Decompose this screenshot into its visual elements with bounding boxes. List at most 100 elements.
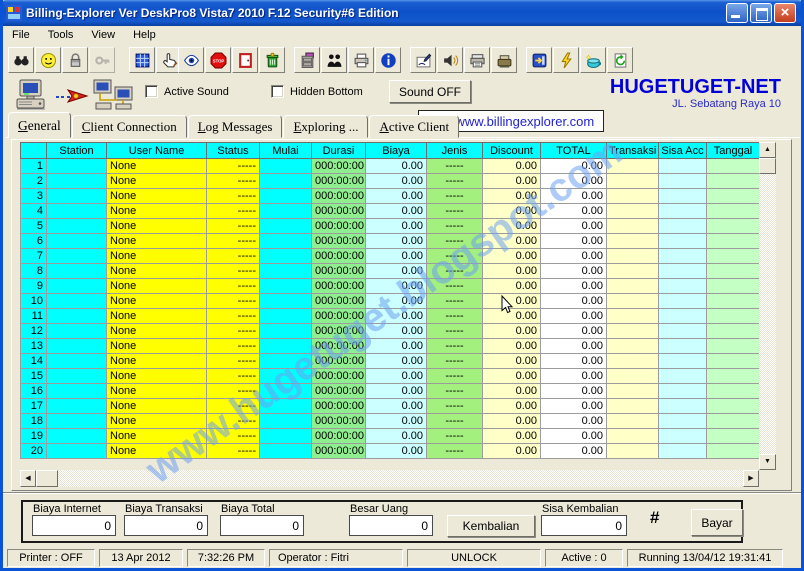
cell-mulai: [259, 278, 312, 294]
cell-jenis: -----: [426, 173, 483, 189]
cell-tanggal: [706, 398, 759, 414]
door-button[interactable]: [232, 47, 258, 73]
table-row[interactable]: 6 None ----- 000:00:00 0.00 ----- 0.00 0.00: [20, 233, 759, 249]
column-header-sisa-acc: Sisa Acc: [658, 142, 707, 159]
users-button[interactable]: [321, 47, 347, 73]
cell-durasi: 000:00:00: [311, 203, 366, 219]
hscroll-track[interactable]: [58, 470, 743, 487]
refresh-icon: [612, 52, 629, 69]
tab-client-connection[interactable]: Client Connection: [71, 115, 187, 138]
besar-uang-input[interactable]: [349, 515, 433, 536]
table-row[interactable]: 19 None ----- 000:00:00 0.00 ----- 0.00 0.00: [20, 428, 759, 444]
cell-user: None: [106, 203, 207, 219]
status-time: 7:32:26 PM: [187, 549, 265, 567]
cell-mulai: [259, 263, 312, 279]
biaya-transaksi-input[interactable]: [124, 515, 208, 536]
table-row[interactable]: 12 None ----- 000:00:00 0.00 ----- 0.00 0.00: [20, 323, 759, 339]
refresh-button[interactable]: [607, 47, 633, 73]
tab-general[interactable]: General: [8, 112, 71, 138]
tab-exploring[interactable]: Exploring ...: [283, 115, 369, 138]
sisa-kembalian-input[interactable]: [541, 515, 627, 536]
export-button[interactable]: [526, 47, 552, 73]
sound-off-button[interactable]: Sound OFF: [389, 80, 471, 103]
cell-station: [46, 443, 107, 459]
biaya-internet-input[interactable]: [32, 515, 116, 536]
vscroll-thumb[interactable]: [759, 158, 776, 174]
active-sound-checkbox[interactable]: [145, 85, 158, 98]
table-row[interactable]: 4 None ----- 000:00:00 0.00 ----- 0.00 0.00: [20, 203, 759, 219]
hidden-bottom-checkbox[interactable]: [271, 85, 284, 98]
clients-grid-button[interactable]: [129, 47, 155, 73]
maximize-button[interactable]: [750, 3, 772, 23]
menu-file[interactable]: File: [3, 28, 39, 42]
lightning-button[interactable]: [553, 47, 579, 73]
cell-sisa: [658, 188, 707, 204]
cell-discount: 0.00: [482, 203, 541, 219]
cell-mulai: [259, 188, 312, 204]
table-row[interactable]: 3 None ----- 000:00:00 0.00 ----- 0.00 0.00: [20, 188, 759, 204]
tab-log-messages[interactable]: Log Messages: [187, 115, 283, 138]
cell-mulai: [259, 218, 312, 234]
close-button[interactable]: [774, 3, 796, 23]
table-row[interactable]: 17 None ----- 000:00:00 0.00 ----- 0.00 0.00: [20, 398, 759, 414]
scroll-right-button[interactable]: ▶: [743, 470, 759, 487]
table-row[interactable]: 9 None ----- 000:00:00 0.00 ----- 0.00 0.00: [20, 278, 759, 294]
status-active: Active : 0: [545, 549, 623, 567]
cell-num: 12: [20, 323, 47, 339]
cell-user: None: [106, 188, 207, 204]
kembalian-button[interactable]: Kembalian: [447, 515, 535, 537]
trash-button[interactable]: [259, 47, 285, 73]
hscroll-thumb[interactable]: [36, 470, 58, 487]
cell-transaksi: [606, 203, 659, 219]
cell-num: 5: [20, 218, 47, 234]
table-row[interactable]: 7 None ----- 000:00:00 0.00 ----- 0.00 0.00: [20, 248, 759, 264]
table-row[interactable]: 18 None ----- 000:00:00 0.00 ----- 0.00 0.00: [20, 413, 759, 429]
pot-button[interactable]: [580, 47, 606, 73]
smiley-button[interactable]: [35, 47, 61, 73]
table-row[interactable]: 2 None ----- 000:00:00 0.00 ----- 0.00 0.00: [20, 173, 759, 189]
tab-active-client[interactable]: Active Client: [369, 115, 460, 138]
menu-help[interactable]: Help: [124, 28, 165, 42]
print-doc-button[interactable]: [464, 47, 490, 73]
cell-transaksi: [606, 248, 659, 264]
table-row[interactable]: 10 None ----- 000:00:00 0.00 ----- 0.00 0.00: [20, 293, 759, 309]
find-button[interactable]: [8, 47, 34, 73]
lock-button[interactable]: [62, 47, 88, 73]
table-row[interactable]: 13 None ----- 000:00:00 0.00 ----- 0.00 0.00: [20, 338, 759, 354]
table-row[interactable]: 14 None ----- 000:00:00 0.00 ----- 0.00 0.00: [20, 353, 759, 369]
table-row[interactable]: 11 None ----- 000:00:00 0.00 ----- 0.00 0.00: [20, 308, 759, 324]
cell-mulai: [259, 413, 312, 429]
cell-status: -----: [206, 368, 260, 384]
table-row[interactable]: 20 None ----- 000:00:00 0.00 ----- 0.00 0.00: [20, 443, 759, 459]
biaya-total-input[interactable]: [220, 515, 304, 536]
speaker-button[interactable]: [437, 47, 463, 73]
cell-tanggal: [706, 293, 759, 309]
scroll-up-button[interactable]: ▲: [759, 142, 776, 158]
cell-transaksi: [606, 353, 659, 369]
minimize-button[interactable]: [726, 3, 748, 23]
cabinet-button[interactable]: [294, 47, 320, 73]
print-unit-button[interactable]: [491, 47, 517, 73]
key-button[interactable]: [89, 47, 115, 73]
horizontal-scrollbar[interactable]: ◀ ▶: [20, 470, 759, 487]
table-row[interactable]: 1 None ----- 000:00:00 0.00 ----- 0.00 0.00: [20, 158, 759, 174]
table-row[interactable]: 16 None ----- 000:00:00 0.00 ----- 0.00 0.00: [20, 383, 759, 399]
table-row[interactable]: 15 None ----- 000:00:00 0.00 ----- 0.00 0.00: [20, 368, 759, 384]
vscroll-track[interactable]: [759, 174, 776, 454]
eye-button[interactable]: [178, 47, 204, 73]
menu-tools[interactable]: Tools: [39, 28, 83, 42]
scroll-down-button[interactable]: ▼: [759, 454, 776, 470]
table-row[interactable]: 5 None ----- 000:00:00 0.00 ----- 0.00 0.00: [20, 218, 759, 234]
window-title: Billing-Explorer Ver DeskPro8 Vista7 201…: [26, 6, 399, 20]
vertical-scrollbar[interactable]: ▲ ▼: [759, 142, 776, 470]
menu-view[interactable]: View: [82, 28, 124, 42]
scroll-left-button[interactable]: ◀: [20, 470, 36, 487]
signature-button[interactable]: [410, 47, 436, 73]
stop-button[interactable]: STOP: [205, 47, 231, 73]
printer-button[interactable]: [348, 47, 374, 73]
table-row[interactable]: 8 None ----- 000:00:00 0.00 ----- 0.00 0.00: [20, 263, 759, 279]
bayar-button[interactable]: Bayar: [691, 509, 743, 536]
cell-user: None: [106, 218, 207, 234]
info-button[interactable]: [375, 47, 401, 73]
cell-jenis: -----: [426, 413, 483, 429]
